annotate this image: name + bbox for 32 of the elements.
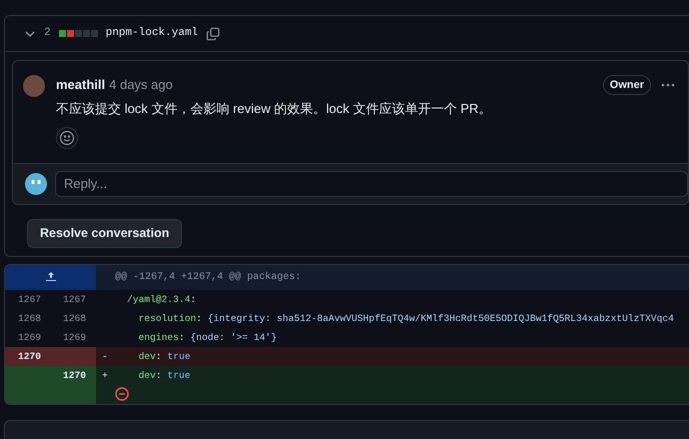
line-number: 1268 xyxy=(62,312,86,326)
diff-sign: + xyxy=(101,368,109,382)
resolve-conversation-button[interactable]: Resolve conversation xyxy=(27,218,182,248)
line-number: 1270 xyxy=(62,368,86,382)
code-line: dev: true xyxy=(138,350,190,364)
smiley-icon xyxy=(59,130,75,146)
line-number: 1269 xyxy=(62,330,86,344)
code-line: resolution: {integrity: sha512-8aAvwVUSHpfEqTQ4w/KMlf3HcRdt50E5ODIQJBw1fQ5RL34xabzxtUlzTXVqc4 xyxy=(138,312,674,326)
diff-sign: - xyxy=(101,350,109,364)
more-icon[interactable] xyxy=(661,83,675,87)
line-number: 1270 xyxy=(16,350,41,364)
code-line: dev: true xyxy=(138,368,190,382)
emoji-button[interactable] xyxy=(56,126,78,148)
line-number: 1269 xyxy=(16,330,41,344)
line-number: 1267 xyxy=(16,292,41,306)
author-link[interactable]: meathill xyxy=(56,75,106,95)
owner-badge: Owner xyxy=(602,74,651,96)
line-number: 1267 xyxy=(62,292,86,306)
timestamp[interactable]: 4 days ago xyxy=(109,75,173,95)
code-line: /yaml@2.3.4: xyxy=(126,292,196,306)
error-circle-icon[interactable] xyxy=(115,387,129,401)
change-count: 2 xyxy=(44,26,51,42)
copy-icon[interactable] xyxy=(206,26,220,40)
comment-text: 不应该提交 lock 文件，会影响 review 的效果。lock 文件应该单开一个 PR。 xyxy=(56,100,493,118)
reply-field[interactable]: Reply... xyxy=(55,170,688,196)
expand-up-icon xyxy=(44,272,56,282)
hunk-header: @@ -1267,4 +1267,4 @@ packages: xyxy=(115,270,302,284)
line-number: 1268 xyxy=(16,312,41,326)
code-line: engines: {node: '>= 14'} xyxy=(138,330,277,344)
bot-avatar-icon xyxy=(25,172,47,194)
diffstat-icon xyxy=(58,30,98,37)
file-name[interactable]: pnpm-lock.yaml xyxy=(106,25,198,42)
